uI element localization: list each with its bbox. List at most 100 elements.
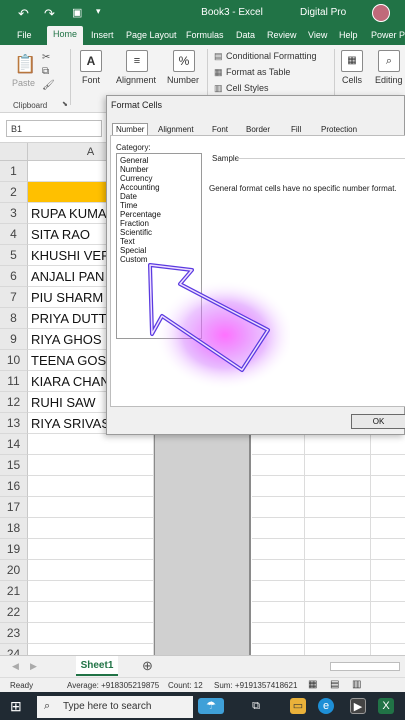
row-header[interactable]: 19 bbox=[0, 539, 28, 560]
row-header[interactable]: 18 bbox=[0, 518, 28, 539]
format-painter-icon[interactable]: 🖌 bbox=[42, 80, 55, 91]
next-sheet-icon[interactable]: ▶ bbox=[30, 661, 37, 672]
alignment-label[interactable]: Alignment bbox=[116, 75, 156, 85]
empty-cell[interactable] bbox=[371, 602, 405, 623]
empty-cell[interactable] bbox=[371, 623, 405, 644]
empty-cell[interactable] bbox=[252, 497, 305, 518]
empty-cell[interactable] bbox=[305, 644, 371, 655]
empty-cell[interactable] bbox=[28, 455, 154, 476]
row-header[interactable]: 24 bbox=[0, 644, 28, 655]
row-header[interactable]: 6 bbox=[0, 266, 28, 287]
tab-power-pivot[interactable]: Power Pi bbox=[371, 30, 405, 40]
tab-protection[interactable]: Protection bbox=[321, 125, 357, 134]
tab-home[interactable]: Home bbox=[47, 26, 84, 45]
empty-cell[interactable] bbox=[252, 518, 305, 539]
select-all-corner[interactable] bbox=[0, 143, 28, 161]
conditional-formatting-button[interactable]: Conditional Formatting bbox=[226, 51, 317, 61]
font-icon[interactable]: A bbox=[80, 50, 102, 72]
tab-data[interactable]: Data bbox=[236, 30, 255, 40]
avatar[interactable] bbox=[372, 4, 390, 22]
tab-help[interactable]: Help bbox=[339, 30, 358, 40]
empty-cell[interactable] bbox=[305, 476, 371, 497]
row-header[interactable]: 1 bbox=[0, 161, 28, 182]
category-time[interactable]: Time bbox=[120, 201, 137, 210]
row-header[interactable]: 16 bbox=[0, 476, 28, 497]
number-label[interactable]: Number bbox=[167, 75, 199, 85]
empty-cell[interactable] bbox=[28, 602, 154, 623]
row-header[interactable]: 2 bbox=[0, 182, 28, 203]
status-average[interactable]: Average: +918305219875 bbox=[67, 681, 159, 690]
empty-cell[interactable] bbox=[305, 497, 371, 518]
conditional-formatting-icon[interactable]: ▤ bbox=[214, 51, 223, 62]
category-currency[interactable]: Currency bbox=[120, 174, 152, 183]
empty-cell[interactable] bbox=[371, 476, 405, 497]
empty-cell[interactable] bbox=[371, 455, 405, 476]
empty-cell[interactable] bbox=[252, 434, 305, 455]
empty-cell[interactable] bbox=[28, 434, 154, 455]
normal-view-icon[interactable]: ▦ bbox=[308, 679, 317, 690]
empty-cell[interactable] bbox=[305, 539, 371, 560]
row-header[interactable]: 20 bbox=[0, 560, 28, 581]
add-sheet-icon[interactable]: ⊕ bbox=[142, 658, 153, 674]
page-break-icon[interactable]: ▥ bbox=[352, 679, 361, 690]
row-header[interactable]: 23 bbox=[0, 623, 28, 644]
save-icon[interactable]: ▣ bbox=[72, 6, 82, 19]
row-header[interactable]: 5 bbox=[0, 245, 28, 266]
percent-icon[interactable]: % bbox=[173, 50, 195, 72]
name-box[interactable]: B1 bbox=[6, 120, 102, 137]
row-header[interactable]: 13 bbox=[0, 413, 28, 434]
row-header[interactable]: 14 bbox=[0, 434, 28, 455]
category-text[interactable]: Text bbox=[120, 237, 135, 246]
sheet-tab-sheet1[interactable]: Sheet1 bbox=[76, 656, 118, 676]
empty-cell[interactable] bbox=[252, 455, 305, 476]
cell-styles-icon[interactable]: ▥ bbox=[214, 83, 223, 94]
tab-font[interactable]: Font bbox=[212, 125, 228, 134]
tab-fill[interactable]: Fill bbox=[291, 125, 301, 134]
empty-cell[interactable] bbox=[305, 455, 371, 476]
tab-formulas[interactable]: Formulas bbox=[186, 30, 224, 40]
row-header[interactable]: 22 bbox=[0, 602, 28, 623]
empty-cell[interactable] bbox=[252, 560, 305, 581]
empty-cell[interactable] bbox=[252, 602, 305, 623]
status-sum[interactable]: Sum: +9191357418621 bbox=[214, 681, 297, 690]
row-header[interactable]: 15 bbox=[0, 455, 28, 476]
tab-review[interactable]: Review bbox=[267, 30, 297, 40]
empty-cell[interactable] bbox=[28, 518, 154, 539]
file-explorer-icon[interactable]: ▭ bbox=[290, 698, 306, 714]
media-player-icon[interactable]: ▶ bbox=[350, 698, 366, 714]
taskbar-search-input[interactable]: Type here to search bbox=[37, 696, 193, 718]
empty-cell[interactable] bbox=[305, 602, 371, 623]
row-header[interactable]: 9 bbox=[0, 329, 28, 350]
tab-file[interactable]: File bbox=[17, 30, 32, 40]
ok-button[interactable]: OK bbox=[351, 414, 405, 429]
empty-cell[interactable] bbox=[371, 644, 405, 655]
row-header[interactable]: 7 bbox=[0, 287, 28, 308]
empty-cell[interactable] bbox=[28, 497, 154, 518]
row-header[interactable]: 12 bbox=[0, 392, 28, 413]
category-date[interactable]: Date bbox=[120, 192, 137, 201]
empty-cell[interactable] bbox=[371, 518, 405, 539]
cell-styles-button[interactable]: Cell Styles bbox=[226, 83, 269, 93]
customize-qat-icon[interactable]: ▾ bbox=[96, 6, 101, 17]
cells-label[interactable]: Cells bbox=[342, 75, 362, 85]
weather-widget-icon[interactable]: ☂ bbox=[198, 698, 224, 714]
prev-sheet-icon[interactable]: ◀ bbox=[12, 661, 19, 672]
horizontal-scrollbar[interactable] bbox=[330, 662, 400, 671]
empty-cell[interactable] bbox=[28, 476, 154, 497]
copy-icon[interactable]: ⧉ bbox=[42, 66, 49, 77]
empty-cell[interactable] bbox=[28, 644, 154, 655]
row-header[interactable]: 21 bbox=[0, 581, 28, 602]
cut-icon[interactable]: ✂ bbox=[42, 52, 50, 63]
row-header[interactable]: 10 bbox=[0, 350, 28, 371]
empty-cell[interactable] bbox=[252, 581, 305, 602]
empty-cell[interactable] bbox=[252, 476, 305, 497]
empty-cell[interactable] bbox=[371, 581, 405, 602]
task-view-icon[interactable]: ⧉ bbox=[248, 698, 264, 714]
edge-browser-icon[interactable]: e bbox=[318, 698, 334, 714]
empty-cell[interactable] bbox=[252, 644, 305, 655]
empty-cell[interactable] bbox=[28, 539, 154, 560]
excel-app-icon[interactable]: X bbox=[378, 698, 394, 714]
row-header[interactable]: 3 bbox=[0, 203, 28, 224]
status-count[interactable]: Count: 12 bbox=[168, 681, 203, 690]
windows-start-icon[interactable]: ⊞ bbox=[10, 698, 22, 715]
